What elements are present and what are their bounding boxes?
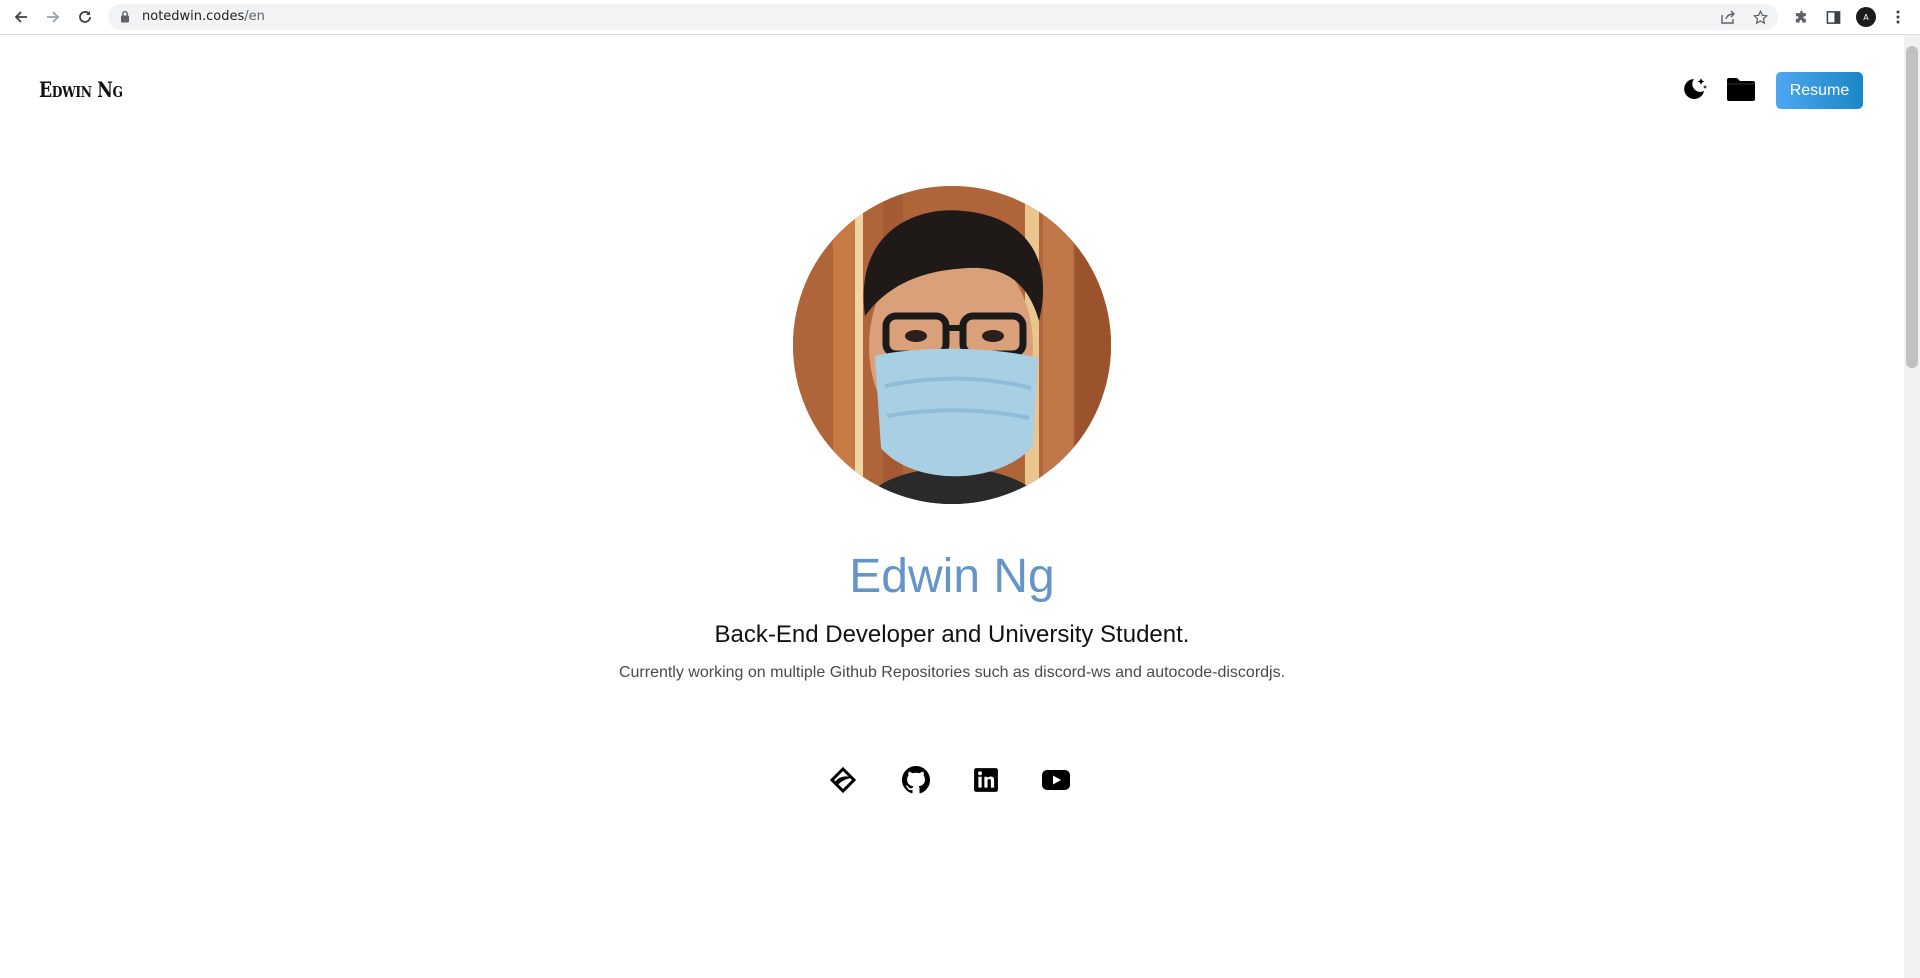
page-content: Edwin Ng Resume Edwin Ng Back-End Develo… (0, 35, 1904, 978)
forward-arrow-icon (47, 11, 60, 23)
youtube-icon (1042, 770, 1070, 790)
site-logo[interactable]: Edwin Ng (39, 77, 123, 102)
autocode-icon (829, 766, 857, 794)
github-icon (902, 766, 930, 794)
side-panel-icon (1826, 10, 1840, 24)
puzzle-icon (1795, 10, 1806, 22)
resume-button[interactable]: Resume (1776, 72, 1863, 109)
linkedin-icon (974, 768, 998, 792)
url-text: notedwin.codes/en (142, 4, 265, 30)
browser-toolbar: notedwin.codes/en A (0, 0, 1920, 35)
star-icon (1752, 9, 1768, 24)
github-link[interactable] (900, 764, 932, 796)
theme-toggle-button[interactable] (1677, 72, 1711, 106)
url-path: /en (244, 9, 265, 24)
reload-icon (79, 11, 91, 23)
address-bar[interactable]: notedwin.codes/en (108, 4, 1778, 30)
share-button[interactable] (1719, 8, 1737, 26)
side-panel-button[interactable] (1822, 6, 1844, 28)
back-button[interactable] (10, 6, 32, 28)
profile-photo (793, 186, 1111, 504)
back-arrow-icon (14, 11, 27, 23)
kebab-menu-icon (1896, 10, 1900, 24)
scrollbar-thumb[interactable] (1906, 46, 1918, 368)
hero-description: Currently working on multiple Github Rep… (618, 664, 1286, 681)
profile-initials: A (1863, 12, 1869, 22)
folder-icon (1727, 78, 1755, 101)
projects-button[interactable] (1724, 72, 1758, 106)
moon-stars-icon (1684, 78, 1707, 99)
reload-button[interactable] (74, 6, 96, 28)
share-icon (1720, 10, 1735, 24)
youtube-link[interactable] (1040, 764, 1072, 796)
profile-avatar[interactable]: A (1856, 7, 1876, 27)
portrait-illustration (793, 186, 1111, 504)
lock-icon (121, 10, 129, 23)
url-host: notedwin.codes (142, 9, 245, 24)
extensions-button[interactable] (1790, 6, 1812, 28)
linkedin-link[interactable] (970, 764, 1002, 796)
browser-menu-button[interactable] (1887, 6, 1909, 28)
forward-button[interactable] (42, 6, 64, 28)
bookmark-button[interactable] (1751, 8, 1769, 26)
hero-name: Edwin Ng (849, 550, 1055, 603)
autocode-link[interactable] (827, 764, 859, 796)
hero-subtitle: Back-End Developer and University Studen… (714, 621, 1190, 648)
